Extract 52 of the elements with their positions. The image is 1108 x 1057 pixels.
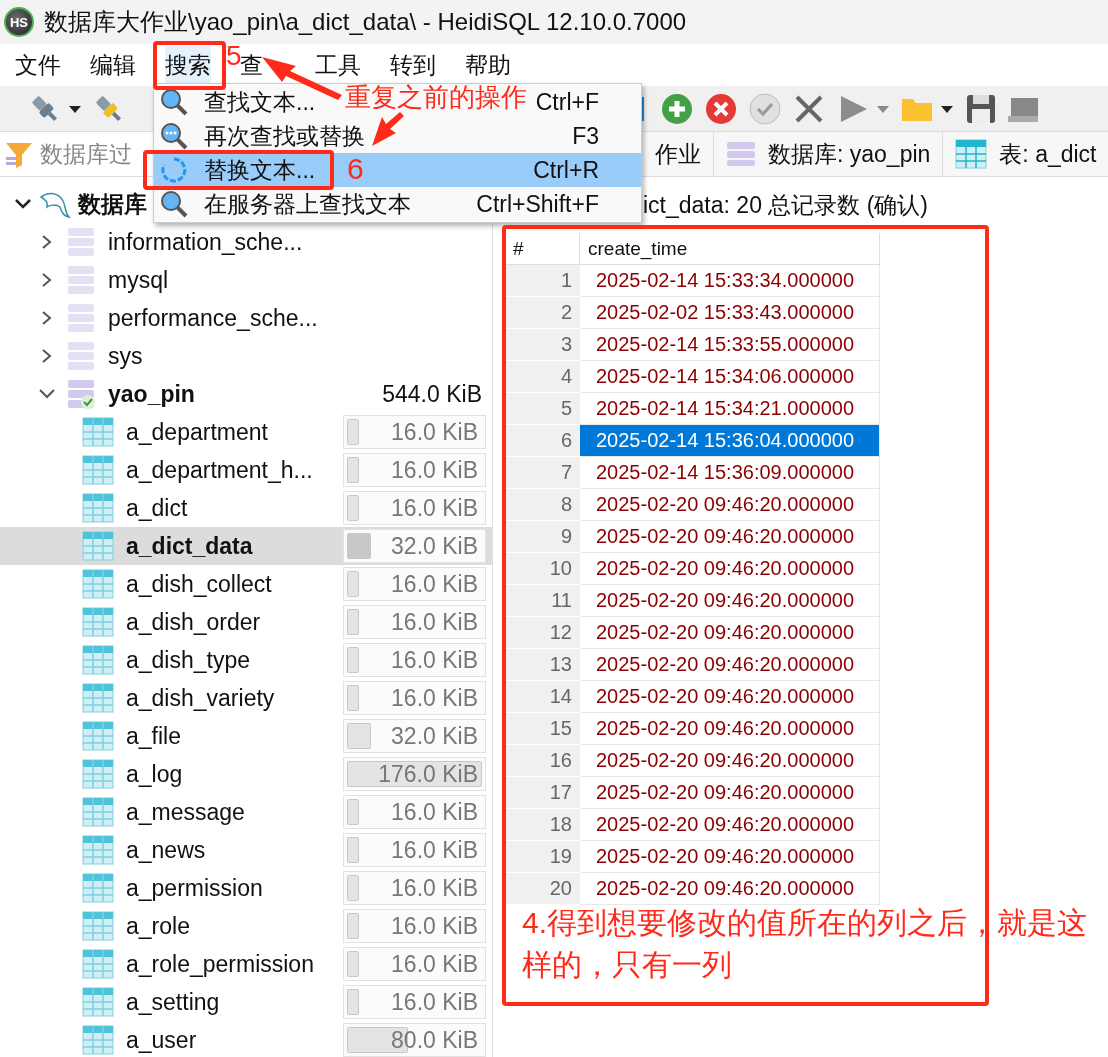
row-number: 3	[505, 329, 580, 361]
tab-label: 数据库: yao_pin	[768, 139, 931, 169]
table-size: 16.0 KiB	[391, 570, 479, 598]
shortcut-label: Ctrl+R	[533, 156, 599, 184]
table-size: 16.0 KiB	[391, 456, 479, 484]
tab-label: 作业	[655, 139, 701, 169]
table-size: 16.0 KiB	[391, 912, 479, 940]
table-size: 16.0 KiB	[391, 646, 479, 674]
row-number: 8	[505, 489, 580, 521]
table-size: 16.0 KiB	[391, 988, 479, 1016]
table-size: 176.0 KiB	[378, 760, 479, 788]
row-number: 7	[505, 457, 580, 489]
row-number: 11	[505, 585, 580, 617]
row-number: 19	[505, 841, 580, 873]
row-number: 13	[505, 649, 580, 681]
table-size: 16.0 KiB	[391, 950, 479, 978]
table-size: 16.0 KiB	[391, 684, 479, 712]
row-number: 10	[505, 553, 580, 585]
record-count-label: ict_data: 20 总记录数 (确认)	[643, 190, 929, 220]
row-number: 18	[505, 809, 580, 841]
table-size: 16.0 KiB	[391, 798, 479, 826]
row-number: 15	[505, 713, 580, 745]
annotation-text: 重复之前的操作	[345, 81, 527, 114]
shortcut-label: Ctrl+F	[535, 88, 599, 116]
table-size: 16.0 KiB	[391, 418, 479, 446]
shortcut-label: F3	[572, 122, 599, 150]
app-logo-icon: HS	[4, 7, 34, 37]
row-number: 17	[505, 777, 580, 809]
row-number: 4	[505, 361, 580, 393]
row-number: 9	[505, 521, 580, 553]
table-size: 16.0 KiB	[391, 874, 479, 902]
shortcut-label: Ctrl+Shift+F	[476, 190, 599, 218]
step-number: 5	[226, 40, 242, 71]
row-number: 6	[505, 425, 580, 457]
table-size: 16.0 KiB	[391, 494, 479, 522]
row-number: 16	[505, 745, 580, 777]
row-number: 12	[505, 617, 580, 649]
row-number: 1	[505, 265, 580, 297]
annotation-text: 4.得到想要修改的值所在的列之后，就是这样的，只有一列	[522, 905, 1089, 983]
row-number: 14	[505, 681, 580, 713]
table-size: 32.0 KiB	[391, 722, 479, 750]
database-size: 544.0 KiB	[382, 380, 483, 408]
tab-label: 表: a_dict	[999, 139, 1097, 169]
table-size: 16.0 KiB	[391, 608, 479, 636]
row-number: 20	[505, 873, 580, 905]
table-size: 32.0 KiB	[391, 532, 479, 560]
table-size: 16.0 KiB	[391, 836, 479, 864]
window-title: 数据库大作业\yao_pin\a_dict_data\ - HeidiSQL 12.10.0.7000	[44, 7, 687, 37]
step-number: 6	[347, 152, 364, 186]
row-number: 2	[505, 297, 580, 329]
table-size: 80.0 KiB	[391, 1026, 479, 1054]
row-number: 5	[505, 393, 580, 425]
